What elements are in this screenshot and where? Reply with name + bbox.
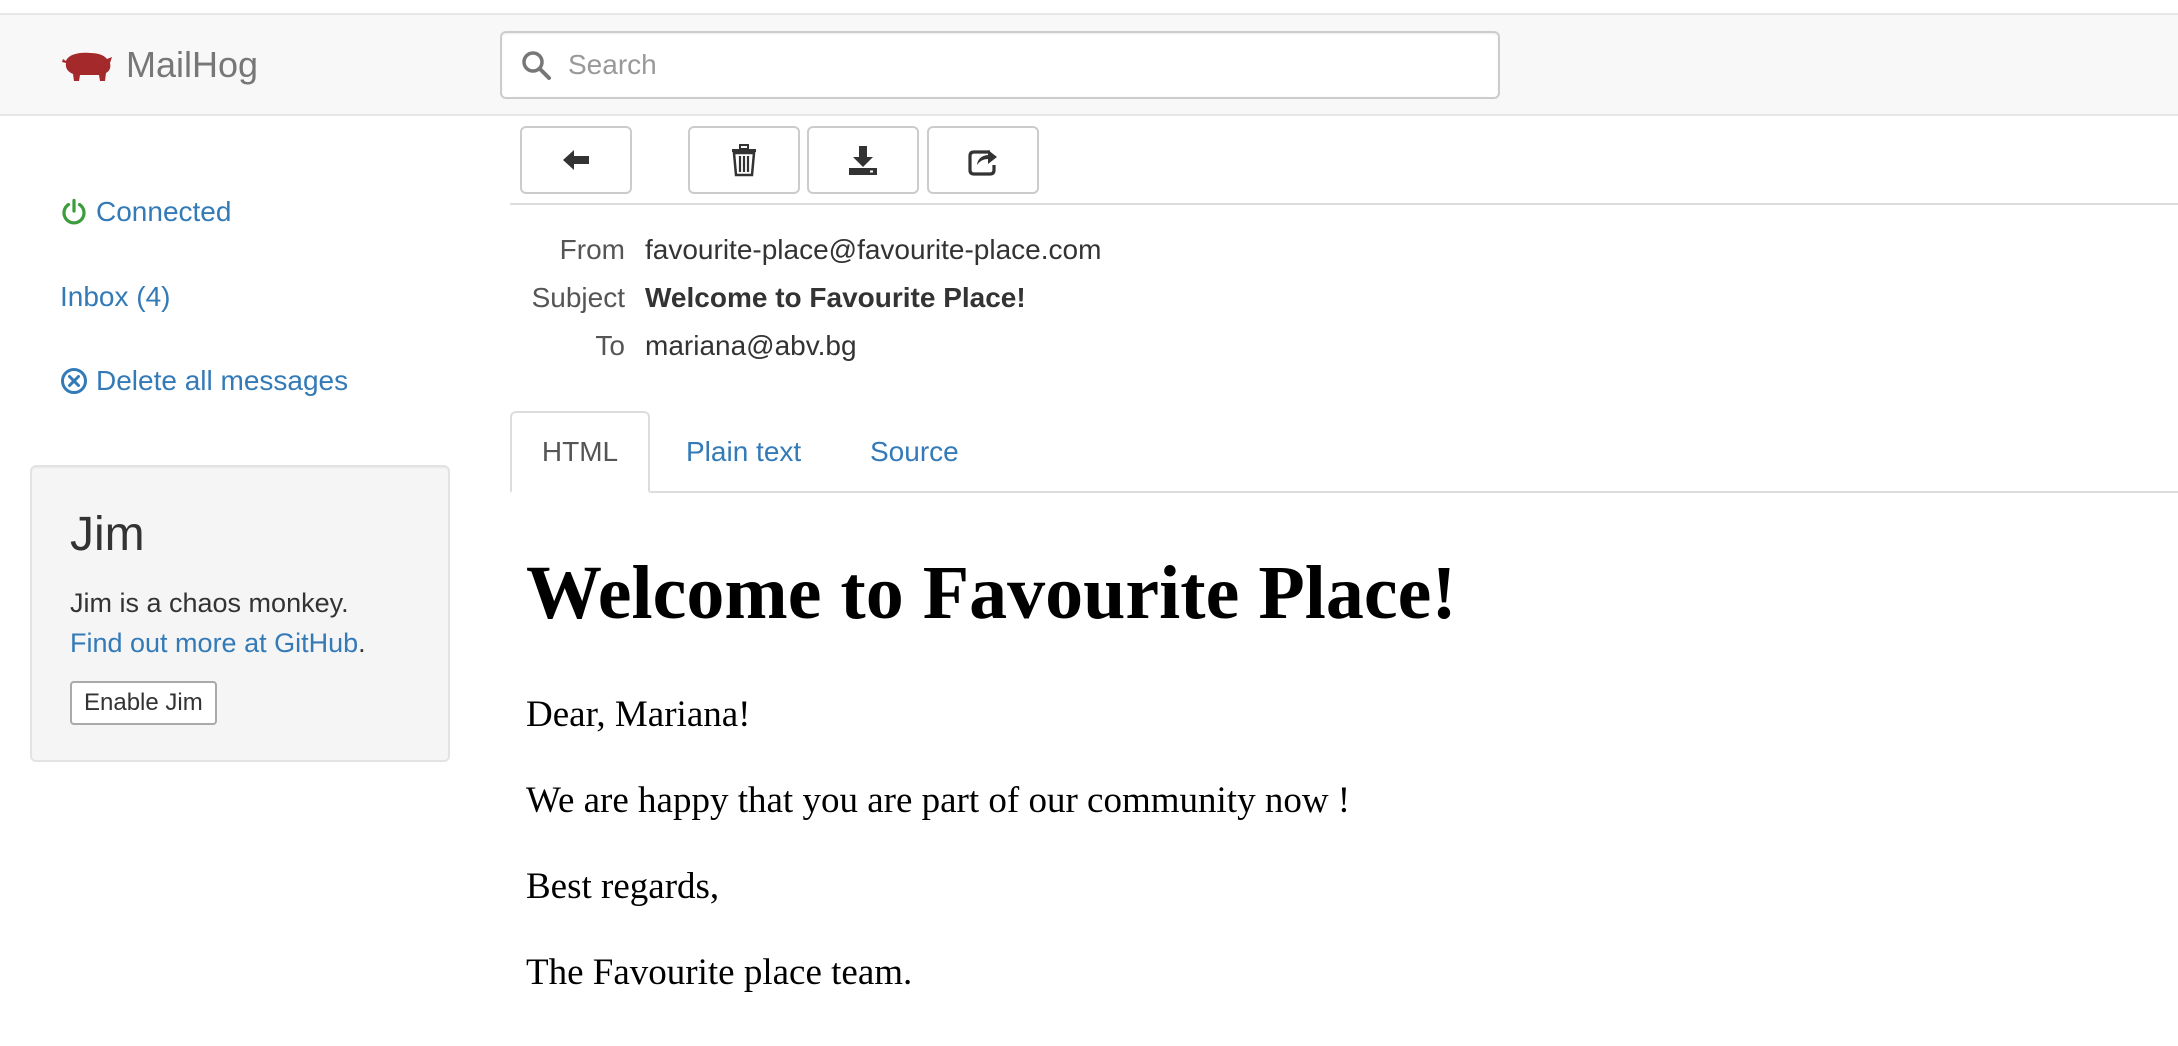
download-icon bbox=[849, 146, 877, 175]
share-icon bbox=[968, 150, 997, 176]
jim-description-text: Jim is a chaos monkey. bbox=[70, 588, 349, 618]
arrow-left-icon bbox=[563, 150, 589, 170]
email-paragraph: Dear, Mariana! bbox=[526, 694, 751, 735]
subject-value: Welcome to Favourite Place! bbox=[645, 282, 1026, 313]
search-input[interactable] bbox=[566, 33, 1498, 97]
tab-plain-text[interactable]: Plain text bbox=[686, 411, 801, 493]
jim-description: Jim is a chaos monkey. Find out more at … bbox=[70, 583, 366, 663]
jim-panel: Jim Jim is a chaos monkey. Find out more… bbox=[30, 465, 450, 762]
back-button[interactable] bbox=[520, 126, 632, 194]
connected-label: Connected bbox=[96, 196, 232, 227]
email-heading: Welcome to Favourite Place! bbox=[526, 551, 1457, 635]
jim-github-link[interactable]: Find out more at GitHub bbox=[70, 628, 358, 658]
delete-message-button[interactable] bbox=[688, 126, 800, 194]
enable-jim-button[interactable]: Enable Jim bbox=[70, 681, 217, 725]
brand-link[interactable]: MailHog bbox=[60, 15, 258, 115]
trash-icon bbox=[732, 144, 756, 177]
search-box bbox=[500, 31, 1500, 99]
search-icon bbox=[522, 51, 551, 80]
power-icon bbox=[62, 198, 86, 225]
email-paragraph: Best regards, bbox=[526, 866, 720, 907]
email-paragraph: We are happy that you are part of our co… bbox=[526, 780, 1351, 821]
jim-github-suffix: . bbox=[358, 628, 366, 658]
to-label: To bbox=[595, 330, 625, 361]
tab-html[interactable]: HTML bbox=[510, 411, 650, 493]
inbox-link[interactable]: Inbox (4) bbox=[60, 281, 171, 313]
tab-source[interactable]: Source bbox=[870, 411, 959, 493]
jim-title: Jim bbox=[70, 508, 145, 561]
email-paragraph: The Favourite place team. bbox=[526, 952, 913, 993]
delete-all-messages-link[interactable]: Delete all messages bbox=[60, 365, 348, 397]
from-label: From bbox=[559, 234, 625, 265]
pig-logo-icon bbox=[62, 52, 112, 81]
remove-circle-icon bbox=[61, 368, 87, 394]
to-value: mariana@abv.bg bbox=[645, 330, 857, 361]
subject-label: Subject bbox=[531, 282, 625, 313]
toolbar-divider bbox=[510, 203, 2178, 205]
delete-all-label: Delete all messages bbox=[96, 365, 349, 396]
from-value: favourite-place@favourite-place.com bbox=[645, 234, 1102, 265]
release-button[interactable] bbox=[927, 126, 1039, 194]
download-button[interactable] bbox=[807, 126, 919, 194]
navbar: MailHog bbox=[0, 13, 2178, 116]
inbox-label: Inbox (4) bbox=[60, 281, 171, 312]
brand-name: MailHog bbox=[126, 44, 259, 85]
connected-status-link[interactable]: Connected bbox=[60, 196, 231, 228]
